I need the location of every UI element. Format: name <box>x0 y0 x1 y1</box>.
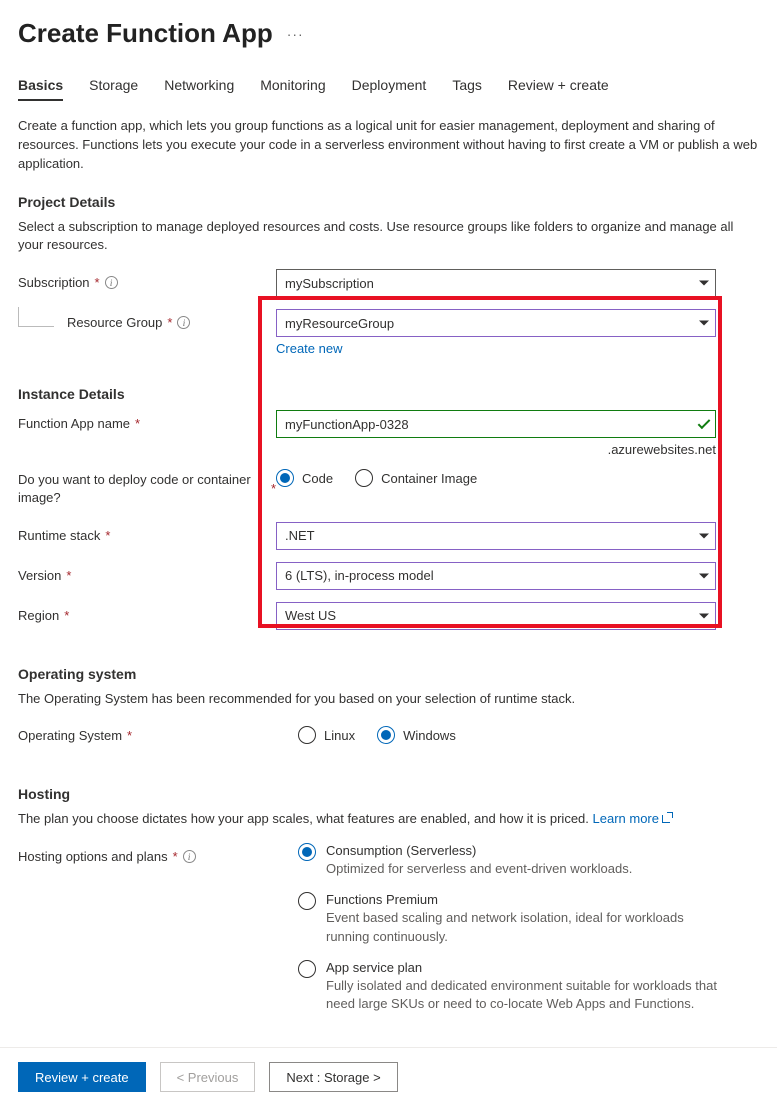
version-select[interactable]: 6 (LTS), in-process model <box>276 562 716 590</box>
tree-connector-icon <box>18 307 54 327</box>
hosting-option-label: App service plan <box>326 960 728 975</box>
radio-icon <box>298 960 316 978</box>
previous-button: < Previous <box>160 1062 256 1092</box>
tab-networking[interactable]: Networking <box>164 77 234 101</box>
radio-icon <box>276 469 294 487</box>
hosting-plans-label: Hosting options and plans* i <box>18 843 298 864</box>
os-windows-radio[interactable]: Windows <box>377 726 456 744</box>
radio-icon <box>355 469 373 487</box>
subscription-select[interactable]: mySubscription <box>276 269 716 297</box>
function-app-name-input[interactable]: myFunctionApp-0328 <box>276 410 716 438</box>
page-title: Create Function App <box>18 18 273 49</box>
hosting-appservice-radio[interactable] <box>298 960 316 1013</box>
runtime-stack-label: Runtime stack* <box>18 522 276 543</box>
chevron-down-icon <box>699 533 709 538</box>
intro-text: Create a function app, which lets you gr… <box>18 117 759 174</box>
project-details-heading: Project Details <box>18 194 759 210</box>
deploy-container-radio[interactable]: Container Image <box>355 469 477 487</box>
subscription-label: Subscription* i <box>18 269 276 290</box>
region-label: Region* <box>18 602 276 623</box>
more-icon[interactable]: ··· <box>287 26 304 42</box>
hosting-option-desc: Optimized for serverless and event-drive… <box>326 860 632 878</box>
os-heading: Operating system <box>18 666 759 682</box>
radio-icon <box>377 726 395 744</box>
next-button[interactable]: Next : Storage > <box>269 1062 397 1092</box>
tab-basics[interactable]: Basics <box>18 77 63 101</box>
function-app-name-label: Function App name* <box>18 410 276 431</box>
resource-group-select[interactable]: myResourceGroup <box>276 309 716 337</box>
deploy-code-radio[interactable]: Code <box>276 469 333 487</box>
info-icon[interactable]: i <box>183 850 196 863</box>
hosting-option-desc: Event based scaling and network isolatio… <box>326 909 728 945</box>
review-create-button[interactable]: Review + create <box>18 1062 146 1092</box>
version-label: Version* <box>18 562 276 583</box>
deploy-type-label: Do you want to deploy code or container … <box>18 465 276 507</box>
domain-suffix: .azurewebsites.net <box>276 442 716 457</box>
tab-review-create[interactable]: Review + create <box>508 77 609 101</box>
os-desc: The Operating System has been recommende… <box>18 690 759 709</box>
region-select[interactable]: West US <box>276 602 716 630</box>
learn-more-link[interactable]: Learn more <box>593 811 672 826</box>
tabs: Basics Storage Networking Monitoring Dep… <box>18 77 759 101</box>
radio-icon <box>298 843 316 861</box>
resource-group-label: Resource Group* i <box>18 309 276 330</box>
external-link-icon <box>662 813 672 823</box>
chevron-down-icon <box>699 613 709 618</box>
hosting-consumption-radio[interactable] <box>298 843 316 878</box>
runtime-stack-select[interactable]: .NET <box>276 522 716 550</box>
instance-details-heading: Instance Details <box>18 386 759 402</box>
radio-icon <box>298 892 316 910</box>
os-linux-radio[interactable]: Linux <box>298 726 355 744</box>
hosting-option-label: Consumption (Serverless) <box>326 843 632 858</box>
chevron-down-icon <box>699 281 709 286</box>
chevron-down-icon <box>699 321 709 326</box>
project-details-desc: Select a subscription to manage deployed… <box>18 218 759 256</box>
info-icon[interactable]: i <box>105 276 118 289</box>
chevron-down-icon <box>699 573 709 578</box>
tab-storage[interactable]: Storage <box>89 77 138 101</box>
tab-tags[interactable]: Tags <box>452 77 482 101</box>
hosting-premium-radio[interactable] <box>298 892 316 945</box>
os-label: Operating System* <box>18 722 298 743</box>
radio-icon <box>298 726 316 744</box>
create-new-link[interactable]: Create new <box>276 341 716 356</box>
hosting-desc: The plan you choose dictates how your ap… <box>18 810 759 829</box>
info-icon[interactable]: i <box>177 316 190 329</box>
hosting-option-desc: Fully isolated and dedicated environment… <box>326 977 728 1013</box>
hosting-heading: Hosting <box>18 786 759 802</box>
hosting-option-label: Functions Premium <box>326 892 728 907</box>
tab-monitoring[interactable]: Monitoring <box>260 77 325 101</box>
checkmark-icon <box>698 417 711 430</box>
tab-deployment[interactable]: Deployment <box>352 77 427 101</box>
